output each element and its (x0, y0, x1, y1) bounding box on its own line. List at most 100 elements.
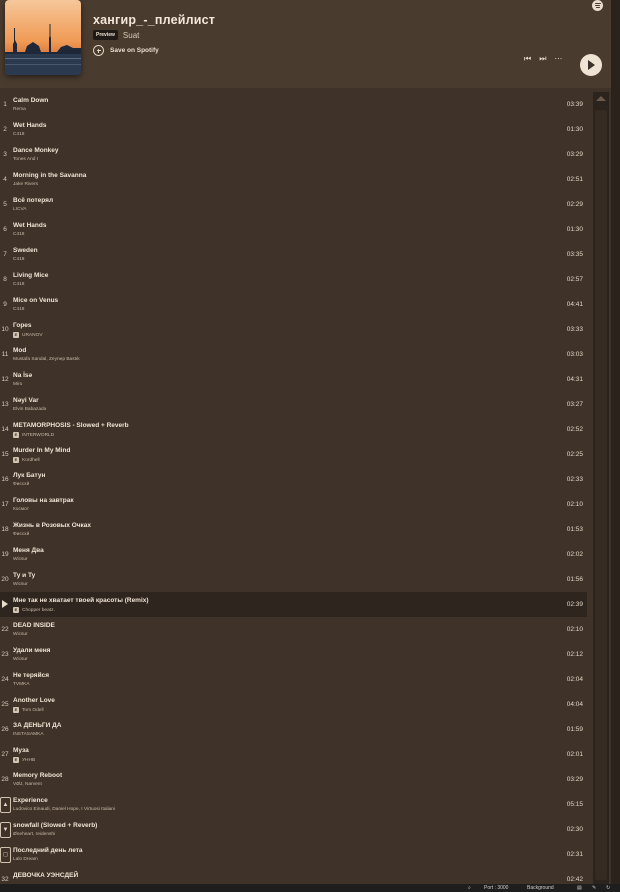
track-row[interactable]: 24 Не теряйся TVMKA 02:04 (0, 667, 587, 692)
spotify-logo-icon[interactable] (592, 0, 603, 11)
track-row[interactable]: 8 Living Mice C418 02:57 (0, 267, 587, 292)
track-row[interactable]: ◻ Последний день лета Lalo Dream 02:31 (0, 842, 587, 867)
track-artist-name[interactable]: C418 (13, 282, 24, 287)
track-title[interactable]: DEAD INSIDE (13, 622, 55, 629)
track-row[interactable]: 22 DEAD INSIDE Wicsur 02:10 (0, 617, 587, 642)
track-artist-name[interactable]: Tones And I (13, 157, 38, 162)
track-row[interactable]: 32 ДЕВОЧКА УЭНСДЕЙ 02:42 (0, 867, 587, 884)
track-artist-name[interactable]: Фиєсхй (13, 532, 29, 537)
track-artist-name[interactable]: Космот (13, 507, 29, 512)
track-row[interactable]: 25 Another Love E Tom Odell 04:04 (0, 692, 587, 717)
track-title[interactable]: Na İsə (13, 372, 32, 379)
tools-icon[interactable]: ✎ (592, 885, 596, 891)
track-artist-name[interactable]: Rema (13, 107, 26, 112)
track-row[interactable]: 9 Mice on Venus C418 04:41 (0, 292, 587, 317)
track-row[interactable]: 6 Wet Hands C418 01:30 (0, 217, 587, 242)
track-row[interactable]: 19 Меня Два Wicsur 02:02 (0, 542, 587, 567)
track-artist-name[interactable]: Jake Rivers (13, 182, 38, 187)
track-row[interactable]: 10 Гореs E URANOV 03:33 (0, 317, 587, 342)
track-side-icon[interactable]: ▲ (0, 797, 11, 813)
track-title[interactable]: ДЕВОЧКА УЭНСДЕЙ (13, 872, 78, 879)
track-title[interactable]: Mice on Venus (13, 297, 58, 304)
track-artist-name[interactable]: INTERWORLD (22, 433, 54, 438)
track-title[interactable]: Living Mice (13, 272, 48, 279)
track-artist-name[interactable]: Wicsur (13, 582, 28, 587)
track-row[interactable]: 1 Calm Down Rema 03:39 (0, 92, 587, 117)
track-artist-name[interactable]: Chopper beatz. (22, 608, 55, 613)
track-artist-name[interactable]: Tom Odell (22, 708, 44, 713)
track-title[interactable]: Меня Два (13, 547, 44, 554)
file-icon[interactable]: ▤ (577, 885, 582, 891)
track-title[interactable]: Mod (13, 347, 26, 354)
track-artist-name[interactable]: Wicsur (13, 557, 28, 562)
track-row[interactable]: 20 Ту и Ту Wicsur 01:56 (0, 567, 587, 592)
previous-track-icon[interactable]: ⏮ (524, 54, 531, 64)
track-artist-name[interactable]: C418 (13, 132, 24, 137)
scroll-up-icon[interactable] (596, 96, 606, 101)
track-artist-name[interactable]: Øneheart, reidenshi (13, 832, 55, 837)
track-side-icon[interactable]: ◻ (0, 847, 11, 863)
track-row[interactable]: 7 Sweden C418 03:35 (0, 242, 587, 267)
track-row[interactable]: 23 Удали меня Wicsur 02:12 (0, 642, 587, 667)
track-title[interactable]: Dance Monkey (13, 147, 59, 154)
track-row[interactable]: Мне так не хватает твоей красоты (Remix)… (0, 592, 587, 617)
background-status[interactable]: Background (527, 885, 554, 891)
play-button[interactable] (580, 54, 602, 76)
next-track-icon[interactable]: ⏭ (539, 54, 546, 64)
save-on-spotify-button[interactable]: Save on Spotify (93, 45, 159, 56)
track-title[interactable]: Не теряйся (13, 672, 49, 679)
track-artist-name[interactable]: Elvin Babazadə (13, 407, 46, 412)
track-title[interactable]: Головы на завтрак (13, 497, 74, 504)
track-row[interactable]: 11 Mod Mustafa Sandal, Zeynep Bastık 03:03 (0, 342, 587, 367)
track-artist-name[interactable]: TVMKA (13, 682, 30, 687)
track-title[interactable]: METAMORPHOSIS - Slowed + Reverb (13, 422, 129, 429)
track-row[interactable]: ▼ snowfall (Slowed + Reverb) Øneheart, rei… (0, 817, 587, 842)
track-row[interactable]: 12 Na İsə Miro 04:31 (0, 367, 587, 392)
track-title[interactable]: ЗА ДЕНЬГИ ДА (13, 722, 61, 729)
track-title[interactable]: Лук Батун (13, 472, 45, 479)
track-title[interactable]: Ту и Ту (13, 572, 35, 579)
track-title[interactable]: Wet Hands (13, 222, 46, 229)
scrollbar-thumb[interactable] (595, 110, 607, 880)
track-row[interactable]: 26 ЗА ДЕНЬГИ ДА INSTASAMKA 01:59 (0, 717, 587, 742)
track-artist-name[interactable]: Kordhell (22, 458, 40, 463)
track-title[interactable]: Всё потерял (13, 197, 53, 204)
track-artist-name[interactable]: C418 (13, 232, 24, 237)
track-title[interactable]: Муза (13, 747, 29, 754)
track-artist-name[interactable]: Wicsur (13, 632, 28, 637)
track-row[interactable]: ▲ Experience Ludovico Einaudi, Daniel Hope… (0, 792, 587, 817)
track-artist-name[interactable]: C418 (13, 307, 24, 312)
track-artist-name[interactable]: Lalo Dream (13, 857, 38, 862)
track-title[interactable]: snowfall (Slowed + Reverb) (13, 822, 97, 829)
track-row[interactable]: 3 Dance Monkey Tones And I 03:29 (0, 142, 587, 167)
track-artist-name[interactable]: URANOV (22, 333, 43, 338)
track-row[interactable]: 13 Nəyi Var Elvin Babazadə 03:27 (0, 392, 587, 417)
playlist-owner[interactable]: Suat (123, 31, 139, 40)
track-title[interactable]: Последний день лета (13, 847, 83, 854)
track-side-icon[interactable]: ▼ (0, 822, 11, 838)
track-row[interactable]: 15 Murder In My Mind E Kordhell 02:25 (0, 442, 587, 467)
track-title[interactable]: Жизнь в Розовых Очках (13, 522, 91, 529)
track-title[interactable]: Memory Reboot (13, 772, 62, 779)
track-title[interactable]: Nəyi Var (13, 397, 39, 404)
track-title[interactable]: Мне так не хватает твоей красоты (Remix) (13, 597, 149, 604)
now-playing-icon[interactable] (2, 600, 8, 608)
track-title[interactable]: Wet Hands (13, 122, 46, 129)
track-title[interactable]: Calm Down (13, 97, 48, 104)
zoom-icon[interactable]: ⌕ (468, 885, 471, 891)
track-artist-name[interactable]: Фиєсхй (13, 482, 29, 487)
track-title[interactable]: Гореs (13, 322, 32, 329)
playlist-cover-image[interactable] (5, 0, 81, 75)
track-row[interactable]: 4 Morning in the Savanna Jake Rivers 02:51 (0, 167, 587, 192)
track-artist-name[interactable]: Mustafa Sandal, Zeynep Bastık (13, 357, 80, 362)
track-artist-name[interactable]: C418 (13, 257, 24, 262)
track-artist-name[interactable]: Ludovico Einaudi, Daniel Hope, I Virtuos… (13, 807, 115, 812)
track-row[interactable]: 27 Муза E УННВ 02:01 (0, 742, 587, 767)
track-artist-name[interactable]: VØJ, Narvent (13, 782, 42, 787)
track-artist-name[interactable]: INSTASAMKA (13, 732, 44, 737)
track-row[interactable]: 2 Wet Hands C418 01:30 (0, 117, 587, 142)
track-title[interactable]: Experience (13, 797, 48, 804)
track-artist-name[interactable]: Wicsur (13, 657, 28, 662)
track-row[interactable]: 14 METAMORPHOSIS - Slowed + Reverb E INTERW… (0, 417, 587, 442)
track-title[interactable]: Murder In My Mind (13, 447, 70, 454)
